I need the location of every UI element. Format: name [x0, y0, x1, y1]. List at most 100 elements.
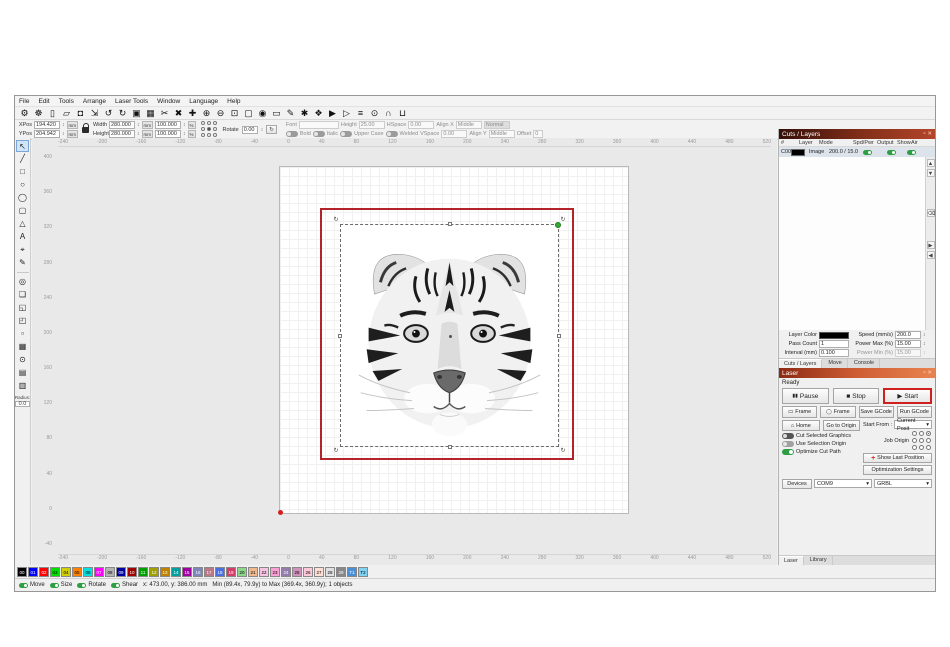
doc-a-icon[interactable]: ▤	[16, 367, 29, 379]
preview-icon[interactable]: ▷	[340, 107, 353, 120]
palette-swatch[interactable]: 19	[226, 567, 236, 577]
palette-swatch[interactable]: 27	[314, 567, 324, 577]
rail-gap[interactable]	[927, 219, 935, 239]
palette-swatch[interactable]: 00	[17, 567, 27, 577]
selection-box[interactable]: ↻ ↻ ↻ ↻	[340, 224, 559, 447]
layer-up-icon[interactable]: ▲	[927, 159, 935, 167]
font-height-field[interactable]: 25.00	[359, 121, 385, 129]
palette-swatch[interactable]: 16	[193, 567, 203, 577]
frame-circle-button[interactable]: ◯ Frame	[820, 406, 855, 418]
rectangle-tool-icon[interactable]: □	[16, 166, 29, 178]
air-toggle[interactable]	[907, 150, 916, 155]
goto-origin-button[interactable]: Go to Origin	[823, 420, 861, 431]
weld-icon[interactable]: ❖	[312, 107, 325, 120]
panel-close-icon[interactable]: ✕	[927, 131, 932, 137]
boolean-union-icon[interactable]: ◱	[16, 302, 29, 314]
job-origin-radio[interactable]	[912, 431, 917, 436]
hspace-field[interactable]: 0.00	[408, 121, 434, 129]
layer-list-area[interactable]: ▲▼⌫▶◀	[779, 157, 935, 330]
palette-swatch[interactable]: 24	[281, 567, 291, 577]
font-dropdown[interactable]	[299, 121, 339, 129]
aspect-lock-icon[interactable]	[82, 127, 89, 133]
pan-icon[interactable]: ✚	[186, 107, 199, 120]
circular-array-icon[interactable]: ⊙	[16, 354, 29, 366]
palette-swatch[interactable]: 15	[182, 567, 192, 577]
palette-swatch[interactable]: 02	[39, 567, 49, 577]
status-toggle[interactable]	[50, 583, 59, 588]
palette-swatch[interactable]: 03	[50, 567, 60, 577]
edit-nodes-icon[interactable]: ✎	[16, 257, 29, 269]
palette-swatch[interactable]: 05	[72, 567, 82, 577]
palette-swatch[interactable]: 10	[127, 567, 137, 577]
hpct-unit[interactable]: %	[188, 130, 196, 138]
show-toggle[interactable]	[887, 150, 896, 155]
rotate-handle-nw[interactable]: ↻	[332, 216, 340, 224]
doc-b-icon[interactable]: ▥	[16, 380, 29, 392]
ellipse-tool-icon[interactable]: ○	[16, 179, 29, 191]
offset-field[interactable]: 0	[533, 130, 543, 138]
width-field[interactable]: 280.000	[109, 121, 135, 129]
laser-option-toggle[interactable]	[782, 433, 794, 439]
frame-rect-button[interactable]: ▭ Frame	[782, 406, 817, 418]
paste-icon[interactable]: ▦	[144, 107, 157, 120]
xpos-field[interactable]: 194.420	[34, 121, 60, 129]
height-spinner[interactable]: ↕	[137, 131, 140, 137]
zoom-frame-icon[interactable]: ⊡	[228, 107, 241, 120]
palette-swatch[interactable]: 20	[237, 567, 247, 577]
open-file-icon[interactable]: ▱	[60, 107, 73, 120]
boolean-intersect-icon[interactable]: ▫	[16, 328, 29, 340]
text-tool-icon[interactable]: A	[16, 231, 29, 243]
height-percent-field[interactable]: 100.000	[155, 130, 181, 138]
device-dropdown[interactable]: GRBL ▾	[874, 479, 932, 488]
dock-icon[interactable]: ⊔	[396, 107, 409, 120]
palette-swatch[interactable]: 11	[138, 567, 148, 577]
port-dropdown[interactable]: COM9 ▾	[814, 479, 872, 488]
rotate-handle-se[interactable]: ↻	[559, 447, 567, 455]
stop-button[interactable]: ■ Stop	[833, 388, 880, 404]
rotate-handle-sw[interactable]: ↻	[332, 447, 340, 455]
focus-icon[interactable]: ⊙	[368, 107, 381, 120]
zoom-out-icon[interactable]: ⊖	[214, 107, 227, 120]
undo-icon[interactable]: ↺	[102, 107, 115, 120]
start-icon[interactable]: ▶	[326, 107, 339, 120]
status-toggle[interactable]	[77, 583, 86, 588]
height-unit[interactable]: mm	[142, 130, 154, 138]
power-max-field[interactable]: 15.00	[895, 340, 921, 348]
menu-item[interactable]: Help	[227, 98, 240, 105]
rotate-spinner[interactable]: ↕	[261, 127, 264, 133]
rotate-field[interactable]: 0.00	[242, 126, 258, 134]
pause-button[interactable]: ▮▮ Pause	[782, 388, 829, 404]
menu-item[interactable]: Arrange	[83, 98, 106, 105]
width-unit[interactable]: mm	[142, 121, 154, 129]
panel-tab[interactable]: Console	[849, 359, 880, 368]
rounded-rect-icon[interactable]: ▢	[16, 205, 29, 217]
redo-icon[interactable]: ↻	[116, 107, 129, 120]
ypos-field[interactable]: 204.942	[34, 130, 60, 138]
palette-swatch[interactable]: 26	[303, 567, 313, 577]
panel-pin-icon[interactable]: ▫	[923, 131, 925, 137]
uppercase-toggle[interactable]	[340, 131, 352, 137]
menu-item[interactable]: File	[19, 98, 29, 105]
copy-icon[interactable]: ▣	[130, 107, 143, 120]
position-marker-icon[interactable]: ⌖	[16, 244, 29, 256]
width-percent-field[interactable]: 100.000	[155, 121, 181, 129]
vspace-field[interactable]: 0.00	[441, 130, 467, 138]
boolean-subtract-icon[interactable]: ◰	[16, 315, 29, 327]
menu-item[interactable]: Window	[157, 98, 180, 105]
save-gcode-button[interactable]: Save GCode	[859, 406, 894, 418]
palette-swatch[interactable]: 21	[248, 567, 258, 577]
canvas-area[interactable]: -240-200-160-120-80-40040801201602002402…	[32, 138, 777, 565]
select-tool-icon[interactable]: ↖	[16, 140, 29, 152]
speed-field[interactable]: 200.0	[895, 331, 921, 339]
shape-tools-icon[interactable]: ✱	[298, 107, 311, 120]
layer-color-box[interactable]	[819, 332, 849, 339]
cut-icon[interactable]: ✂	[158, 107, 171, 120]
weld-shapes-icon[interactable]: ❏	[16, 289, 29, 301]
palette-swatch[interactable]: 22	[259, 567, 269, 577]
grid-array-icon[interactable]: ▦	[16, 341, 29, 353]
job-origin-radio[interactable]	[919, 445, 924, 450]
aligny-dropdown[interactable]: Middle	[489, 130, 515, 138]
devices-icon[interactable]: ☸	[32, 107, 45, 120]
job-origin-radio[interactable]	[926, 438, 931, 443]
palette-swatch[interactable]: 12	[149, 567, 159, 577]
